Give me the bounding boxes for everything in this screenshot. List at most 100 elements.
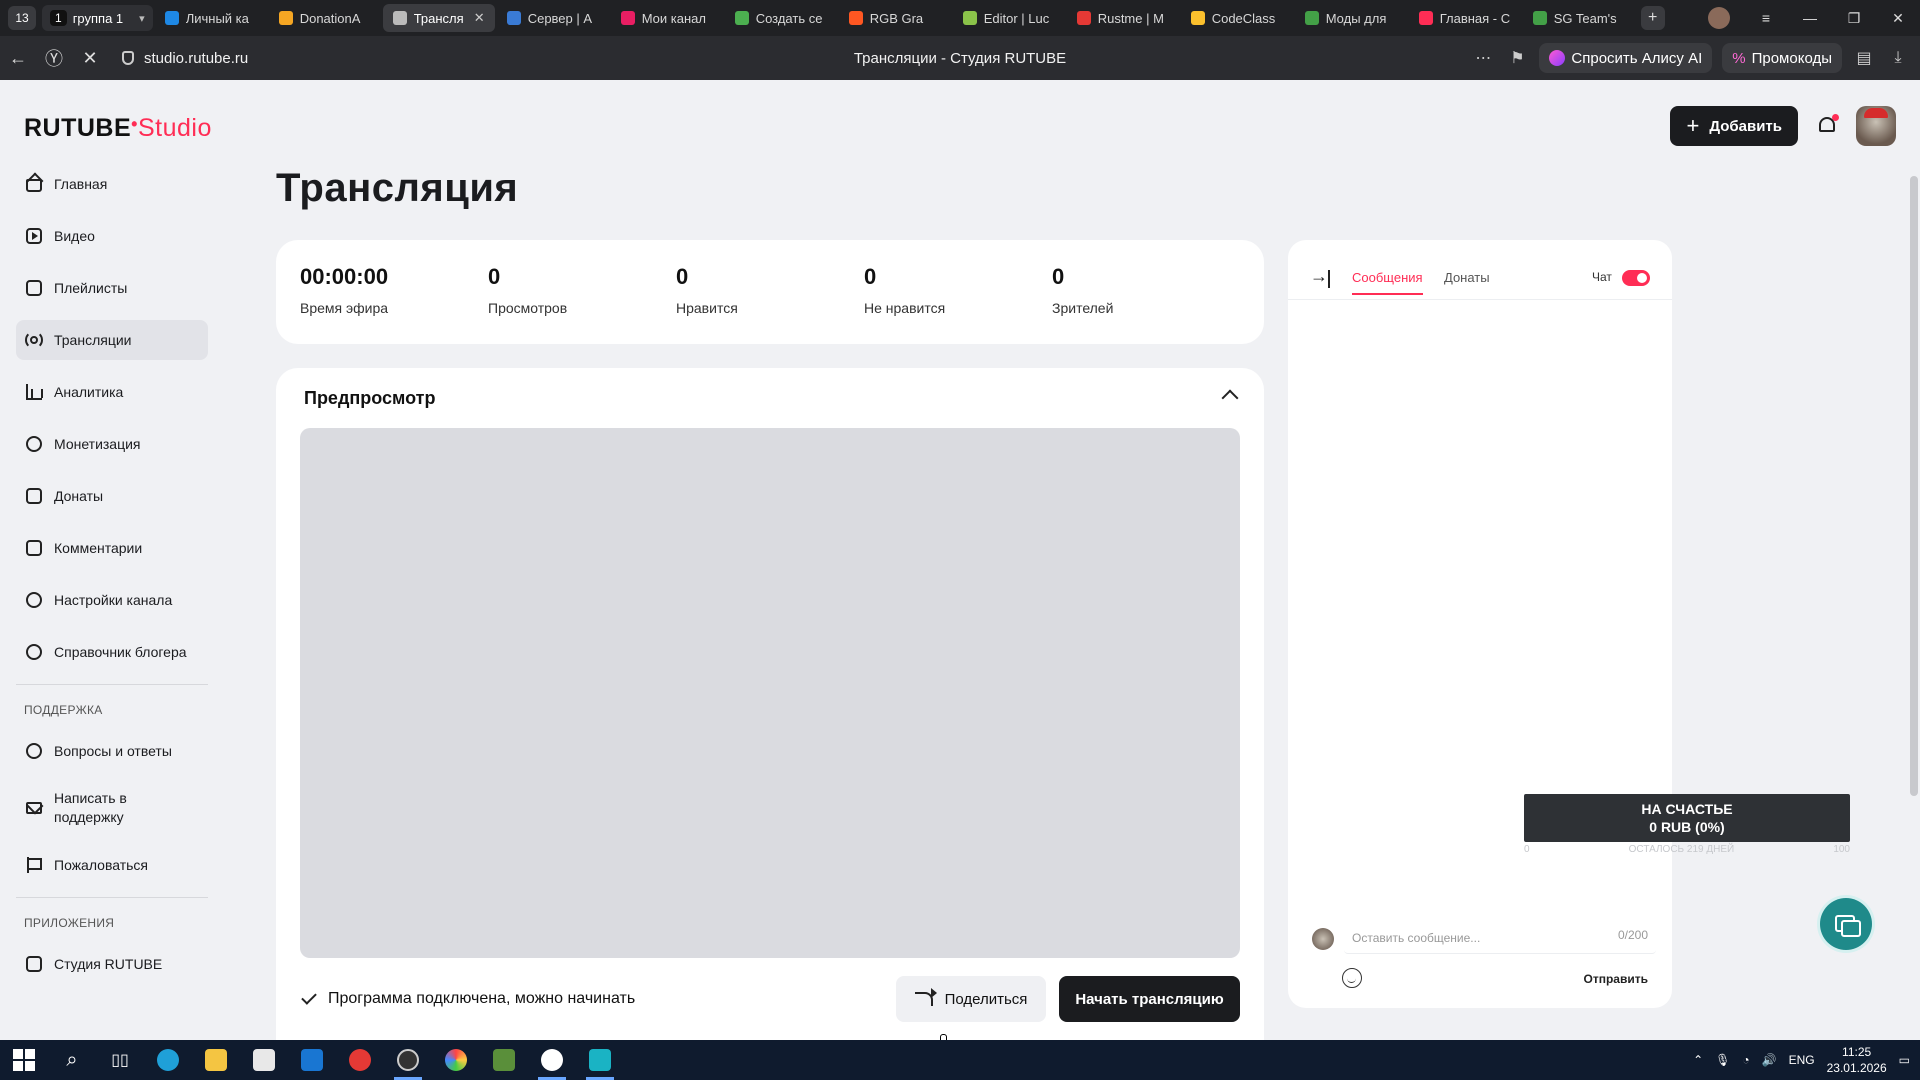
- sidebar-item-flag[interactable]: Пожаловаться: [16, 845, 208, 885]
- tab-group[interactable]: 1 группа 1 ▾: [42, 5, 153, 31]
- tab-counter[interactable]: 13: [8, 6, 36, 30]
- chevron-up-icon[interactable]: [1221, 389, 1239, 407]
- microphone-icon[interactable]: 🎙: [1715, 1053, 1730, 1067]
- close-tab-icon[interactable]: ✕: [474, 10, 485, 26]
- sidebar-item-broadcast[interactable]: Трансляции: [16, 320, 208, 360]
- minimize-icon[interactable]: —: [1788, 10, 1832, 26]
- more-icon[interactable]: ⋯: [1471, 48, 1495, 68]
- browser-tab[interactable]: Rustme | M: [1067, 4, 1179, 32]
- yandex-icon[interactable]: Ⓨ: [36, 45, 72, 71]
- avatar[interactable]: [1856, 106, 1896, 146]
- browser-tab[interactable]: RGB Gra: [839, 4, 951, 32]
- sidebar-item-info[interactable]: Справочник блогера: [16, 632, 208, 672]
- sidebar-item-playlist[interactable]: Плейлисты: [16, 268, 208, 308]
- emoji-icon[interactable]: [1342, 968, 1362, 988]
- outlook-icon[interactable]: [288, 1040, 336, 1080]
- chevron-down-icon[interactable]: ▾: [139, 12, 145, 25]
- stream-preview-player[interactable]: [300, 428, 1240, 958]
- stat-item: 0 Просмотров: [488, 264, 676, 320]
- browser-tab-title: DonationA: [299, 10, 361, 26]
- browser-tab-title: SG Team's: [1553, 10, 1617, 26]
- browser-tab[interactable]: Трансля ✕: [382, 4, 495, 32]
- sidebar-item-analytics[interactable]: Аналитика: [16, 372, 208, 412]
- alice-button[interactable]: Спросить Алису AI: [1539, 43, 1713, 73]
- language-indicator[interactable]: ENG: [1789, 1053, 1815, 1067]
- browser-tab-title: Создать се: [755, 10, 823, 26]
- promo-button[interactable]: % Промокоды: [1722, 43, 1842, 73]
- start-button[interactable]: [0, 1040, 48, 1080]
- new-tab-button[interactable]: +: [1640, 6, 1665, 30]
- sidebar-item-comments[interactable]: Комментарии: [16, 528, 208, 568]
- browser-tab[interactable]: Мои канал: [611, 4, 723, 32]
- yandex-app-icon[interactable]: [336, 1040, 384, 1080]
- rutube-studio-logo[interactable]: RUTUBE•Studio: [24, 114, 212, 143]
- search-icon[interactable]: ⌕: [48, 1040, 96, 1080]
- support-heading: Поддержка: [24, 703, 103, 717]
- browser-tab[interactable]: DonationA: [269, 4, 381, 32]
- sidebar-item-video[interactable]: Видео: [16, 216, 208, 256]
- browser-tab[interactable]: Главная - С: [1409, 4, 1521, 32]
- send-button[interactable]: Отправить: [1584, 972, 1648, 986]
- file-explorer-icon[interactable]: [192, 1040, 240, 1080]
- url-text: studio.rutube.ru: [144, 49, 249, 67]
- color-app-icon[interactable]: [432, 1040, 480, 1080]
- sidebar-item-ruble[interactable]: Монетизация: [16, 424, 208, 464]
- chevron-up-icon[interactable]: ⌃: [1693, 1053, 1703, 1067]
- sidebar-item-label: Плейлисты: [54, 279, 128, 296]
- browser-tab[interactable]: Моды для: [1295, 4, 1407, 32]
- browser-profile-avatar[interactable]: [1708, 7, 1730, 29]
- url-field[interactable]: studio.rutube.ru: [122, 50, 248, 67]
- edge-icon[interactable]: [144, 1040, 192, 1080]
- back-icon[interactable]: ←: [0, 48, 36, 69]
- browser-tab[interactable]: Сервер | А: [497, 4, 609, 32]
- store-icon[interactable]: [240, 1040, 288, 1080]
- browser-tab[interactable]: CodeClass: [1181, 4, 1293, 32]
- collections-icon[interactable]: ▤: [1852, 48, 1876, 68]
- share-button[interactable]: Поделиться: [896, 976, 1046, 1022]
- restore-icon[interactable]: ❐: [1832, 10, 1876, 27]
- browser-tab-title: RGB Gra: [869, 10, 924, 26]
- favicon-icon: [734, 11, 749, 25]
- browser-tab-title: Сервер | А: [527, 10, 593, 26]
- sidebar-item-home[interactable]: Главная: [16, 164, 208, 204]
- shield-icon[interactable]: [122, 51, 134, 65]
- sidebar-item-gear[interactable]: Настройки канала: [16, 580, 208, 620]
- browser-tab[interactable]: Editor | Luc: [953, 4, 1065, 32]
- add-button[interactable]: + Добавить: [1670, 106, 1798, 146]
- network-icon[interactable]: ◔: [1742, 1053, 1749, 1067]
- bookmark-icon[interactable]: ⚑: [1505, 48, 1529, 68]
- taskbar-clock[interactable]: 11:25 23.01.2026: [1827, 1044, 1887, 1076]
- download-icon[interactable]: ⤓: [1886, 49, 1910, 67]
- browser-tab[interactable]: Личный ка: [155, 4, 267, 32]
- donation-goal-widget: НА СЧАСТЬЕ 0 RUB (0%): [1524, 794, 1850, 842]
- tab-messages[interactable]: Сообщения: [1352, 270, 1423, 295]
- volume-icon[interactable]: 🔊: [1762, 1053, 1777, 1067]
- chat-toggle[interactable]: [1622, 270, 1650, 286]
- tab-donations[interactable]: Донаты: [1444, 270, 1490, 293]
- stat-value: 0: [1052, 264, 1065, 289]
- menu-icon[interactable]: ≡: [1744, 10, 1788, 26]
- page-scrollbar[interactable]: [1910, 176, 1918, 796]
- browser-tab[interactable]: SG Team's: [1523, 4, 1635, 32]
- stop-loading-icon[interactable]: ✕: [72, 48, 108, 69]
- browser-tab[interactable]: Создать се: [725, 4, 837, 32]
- bell-icon[interactable]: [1816, 114, 1839, 137]
- favicon-icon: [506, 11, 521, 25]
- sidebar-item-wallet[interactable]: Донаты: [16, 476, 208, 516]
- sidebar-item-question[interactable]: Вопросы и ответы: [16, 731, 208, 771]
- percent-icon: %: [1732, 49, 1746, 67]
- minecraft-icon[interactable]: [480, 1040, 528, 1080]
- support-chat-button[interactable]: [1820, 898, 1872, 950]
- close-icon[interactable]: ✕: [1876, 10, 1920, 27]
- taskbar-time: 11:25: [1842, 1045, 1872, 1059]
- app-f-icon[interactable]: [576, 1040, 624, 1080]
- obs-icon[interactable]: [384, 1040, 432, 1080]
- task-view-icon[interactable]: ▯▯: [96, 1040, 144, 1080]
- sidebar-item-mail[interactable]: Написать в поддержку: [16, 783, 208, 833]
- sidebar-item-studio-app[interactable]: Студия RUTUBE: [16, 944, 208, 984]
- start-stream-button[interactable]: Начать трансляцию: [1059, 976, 1240, 1022]
- notifications-icon[interactable]: ▭: [1899, 1053, 1910, 1067]
- chat-message-input[interactable]: Оставить сообщение... 0/200: [1344, 920, 1656, 954]
- yandex-browser-icon[interactable]: [528, 1040, 576, 1080]
- collapse-panel-icon[interactable]: [1310, 266, 1330, 288]
